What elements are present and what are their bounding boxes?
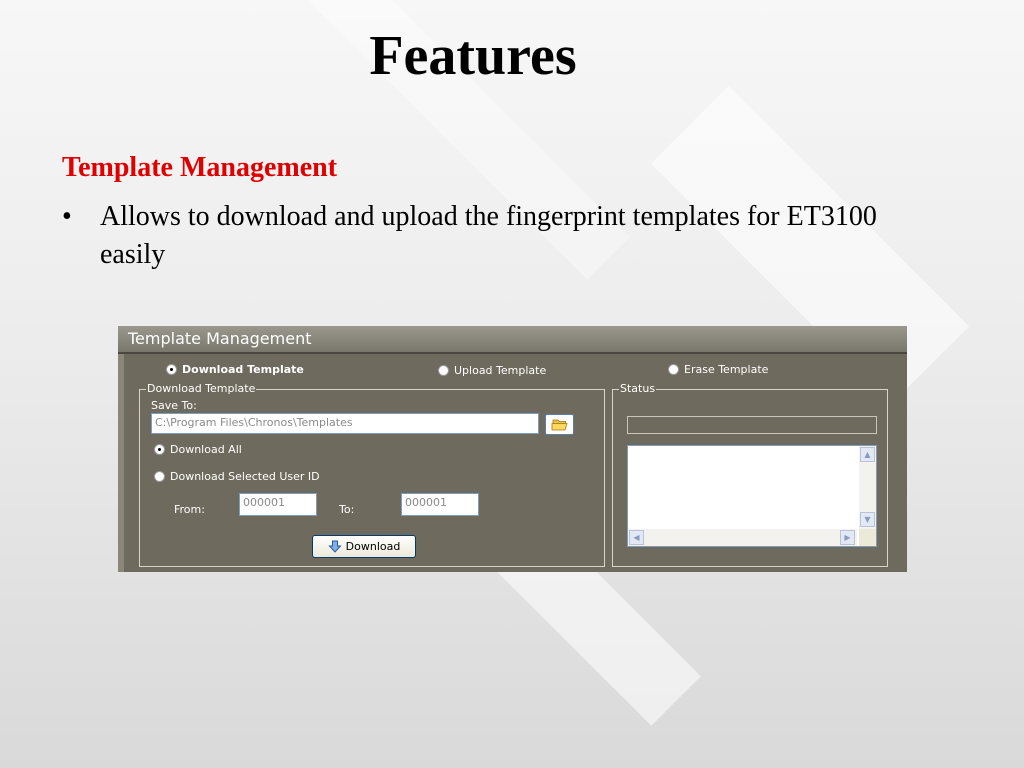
group-label: Status xyxy=(619,382,657,395)
radio-erase-template[interactable]: Erase Template xyxy=(668,363,768,376)
window-border xyxy=(118,354,124,572)
from-user-id-input[interactable]: 000001 xyxy=(239,493,317,516)
radio-download-all[interactable]: Download All xyxy=(154,443,242,456)
scroll-left-icon[interactable]: ◀ xyxy=(629,530,644,545)
folder-open-icon xyxy=(551,419,568,431)
window-title: Template Management xyxy=(128,329,312,348)
radio-circle xyxy=(154,471,165,482)
status-progress-bar xyxy=(627,416,877,434)
window-title-bar: Template Management xyxy=(118,326,907,354)
bullet-symbol: • xyxy=(62,201,72,232)
slide-subheading: Template Management xyxy=(62,152,338,183)
to-user-id-input[interactable]: 000001 xyxy=(401,493,479,516)
scroll-up-icon[interactable]: ▲ xyxy=(860,447,875,462)
horizontal-scrollbar[interactable]: ◀ ▶ xyxy=(628,529,857,546)
radio-label: Erase Template xyxy=(684,363,769,376)
radio-download-selected-user-id[interactable]: Download Selected User ID xyxy=(154,470,320,483)
radio-circle xyxy=(438,365,449,376)
scrollbar-corner xyxy=(859,529,876,546)
scroll-down-icon[interactable]: ▼ xyxy=(860,512,875,527)
save-to-label: Save To: xyxy=(151,399,197,412)
radio-circle xyxy=(166,364,177,375)
status-log-list[interactable]: ▲ ▼ ◀ ▶ xyxy=(627,445,877,547)
download-template-group: Download Template Save To: C:\Program Fi… xyxy=(139,382,605,567)
radio-circle xyxy=(154,444,165,455)
radio-download-template[interactable]: Download Template xyxy=(166,363,304,376)
browse-folder-button[interactable] xyxy=(545,414,574,435)
from-label: From: xyxy=(174,503,205,516)
radio-label: Download Selected User ID xyxy=(170,470,320,483)
save-to-path-input[interactable]: C:\Program Files\Chronos\Templates xyxy=(151,413,539,434)
group-label: Download Template xyxy=(146,382,257,395)
download-button-label: Download xyxy=(345,540,401,553)
radio-label: Upload Template xyxy=(454,364,547,377)
to-label: To: xyxy=(339,503,355,516)
scroll-right-icon[interactable]: ▶ xyxy=(840,530,855,545)
bullet-text: Allows to download and upload the finger… xyxy=(100,201,877,270)
radio-circle xyxy=(668,364,679,375)
download-button[interactable]: Download xyxy=(312,535,416,558)
radio-label: Download All xyxy=(170,443,242,456)
arrow-down-icon xyxy=(328,540,342,553)
status-group: Status ▲ ▼ ◀ ▶ xyxy=(612,382,888,567)
slide-title: Features xyxy=(369,25,577,87)
vertical-scrollbar[interactable]: ▲ ▼ xyxy=(859,446,876,529)
radio-upload-template[interactable]: Upload Template xyxy=(438,364,546,377)
radio-label: Download Template xyxy=(182,363,304,376)
template-management-window: Template Management Download Template Up… xyxy=(118,326,907,572)
